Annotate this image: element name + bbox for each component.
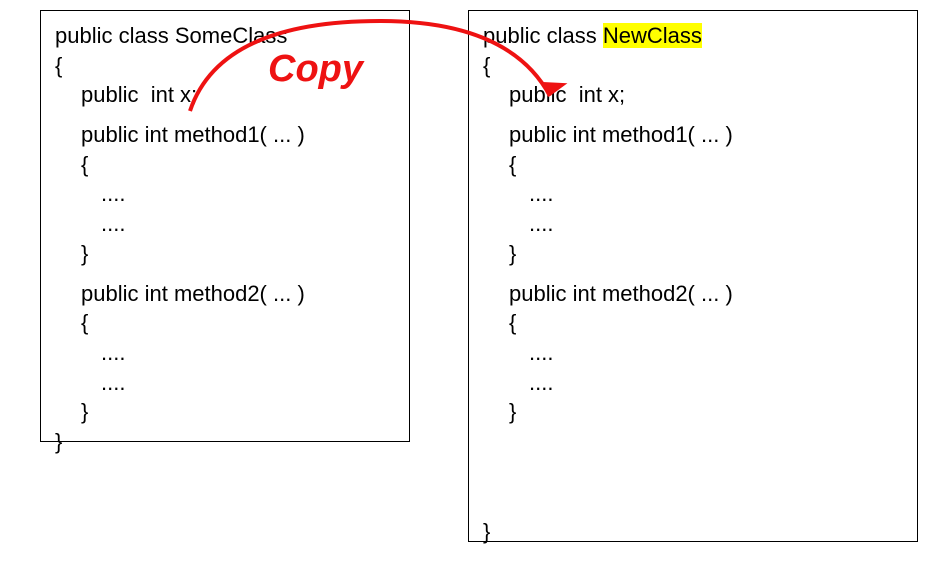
method2-open: {	[55, 308, 395, 338]
target-class-box: public class NewClass { public int x; pu…	[468, 10, 918, 542]
class-name-highlighted: NewClass	[603, 23, 702, 48]
method1-sig: public int method1( ... )	[483, 120, 903, 150]
method2-sig: public int method2( ... )	[55, 279, 395, 309]
close-brace: }	[55, 427, 395, 457]
method2-body: ....	[483, 368, 903, 398]
method1-close: }	[55, 239, 395, 269]
method2-close: }	[483, 397, 903, 427]
copy-label: Copy	[268, 48, 363, 91]
method1-open: {	[483, 150, 903, 180]
method1-body: ....	[483, 179, 903, 209]
class-declaration: public class NewClass	[483, 21, 903, 51]
decl-prefix: public class	[55, 23, 175, 48]
method1-body: ....	[483, 209, 903, 239]
method1-close: }	[483, 239, 903, 269]
close-brace: }	[483, 517, 903, 547]
method2-body: ....	[55, 338, 395, 368]
method1-sig: public int method1( ... )	[55, 120, 395, 150]
method2-close: }	[55, 397, 395, 427]
method2-open: {	[483, 308, 903, 338]
field-decl: public int x;	[483, 80, 903, 110]
method2-sig: public int method2( ... )	[483, 279, 903, 309]
method1-body: ....	[55, 209, 395, 239]
method2-body: ....	[483, 338, 903, 368]
method2-body: ....	[55, 368, 395, 398]
method1-body: ....	[55, 179, 395, 209]
open-brace: {	[483, 51, 903, 81]
class-declaration: public class SomeClass	[55, 21, 395, 51]
class-name: SomeClass	[175, 23, 287, 48]
decl-prefix: public class	[483, 23, 603, 48]
method1-open: {	[55, 150, 395, 180]
